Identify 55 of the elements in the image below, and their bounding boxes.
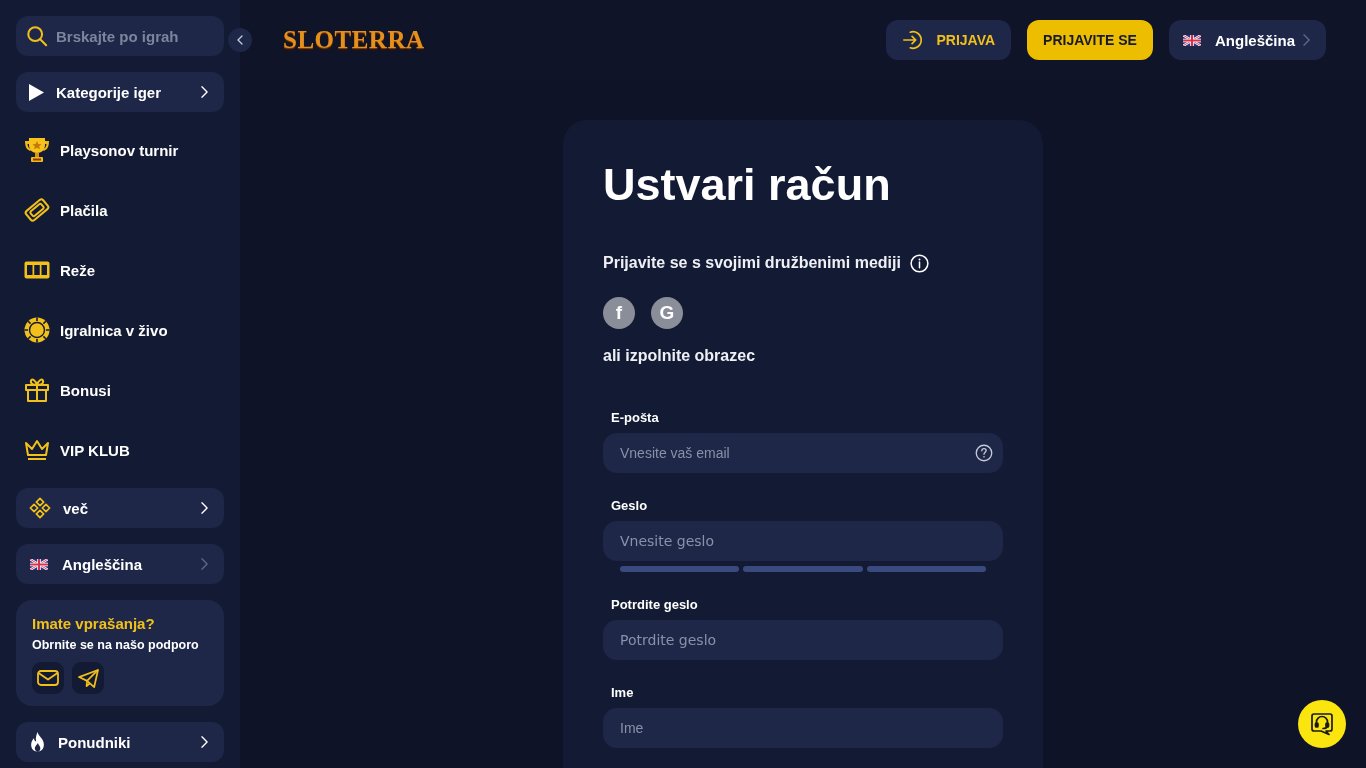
slot-machine-icon (24, 261, 50, 279)
mail-button[interactable] (32, 662, 64, 694)
email-field[interactable]: Vnesite vaš email (603, 433, 1003, 473)
menu-group-button[interactable]: Kategorije iger (16, 72, 224, 112)
chevron-right-icon (201, 558, 208, 570)
menu-group-button[interactable]: Ponudniki (16, 722, 224, 762)
password-field[interactable]: Potrdite geslo (603, 620, 1003, 660)
uk-flag-icon (30, 558, 48, 570)
form-subtitle: ali izpolnite obrazec (603, 346, 756, 366)
telegram-button[interactable] (72, 662, 104, 694)
menu-item[interactable]: Playsonov turnir (16, 120, 224, 180)
support-text: Obrnite se na našo podporo (32, 637, 200, 653)
poker-chip-icon (24, 317, 50, 343)
support-title: Imate vprašanja? (32, 615, 156, 633)
menu-item[interactable]: Bonusi (16, 360, 224, 420)
search-icon (26, 25, 48, 47)
chevron-right-icon (201, 86, 208, 98)
chevron-right-icon (201, 736, 208, 748)
menu-group-button[interactable]: več (16, 488, 224, 528)
chevron-left-icon (237, 35, 243, 45)
register-button[interactable]: PRIJAVITE SE (1027, 20, 1153, 60)
field-label: Ime (610, 685, 635, 701)
menu-item[interactable]: Igralnica v živo (16, 300, 224, 360)
field-label: Potrdite geslo (610, 597, 699, 613)
ticket-icon (24, 197, 50, 223)
menu-item[interactable]: Reže (16, 240, 224, 300)
crown-icon (24, 437, 50, 463)
language-button[interactable]: Angleščina (1168, 20, 1326, 60)
support-chat-button[interactable] (1298, 700, 1346, 748)
social-login-prompt: Prijavite se s svojimi družbenimi mediji (603, 253, 901, 273)
info-icon (909, 253, 929, 273)
chevron-right-icon (201, 502, 208, 514)
diamonds-icon (29, 497, 51, 519)
trophy-icon (24, 137, 50, 163)
page-title: Ustvari račun (603, 158, 891, 212)
flame-icon (29, 732, 46, 752)
menu-item[interactable]: VIP KLUB (16, 420, 224, 480)
name-field[interactable]: Ime (603, 708, 1003, 748)
menu-item[interactable]: Plačila (16, 180, 224, 240)
mail-icon (37, 670, 59, 686)
headset-icon (1310, 712, 1334, 736)
help-icon[interactable] (975, 444, 993, 462)
field-label: Geslo (610, 498, 649, 514)
gift-icon (24, 377, 50, 403)
login-icon (902, 29, 925, 51)
login-button[interactable]: PRIJAVA (886, 20, 1012, 60)
logo[interactable]: SLOTERRA (283, 26, 425, 54)
password-field[interactable]: Vnesite geslo (603, 521, 1003, 561)
language-button[interactable]: Angleščina (16, 544, 224, 584)
paper-plane-icon (77, 668, 99, 688)
chevron-right-icon (1303, 34, 1310, 46)
play-icon (29, 83, 44, 101)
uk-flag-icon (1182, 34, 1201, 46)
field-label: E-pošta (610, 410, 660, 426)
search-field[interactable]: Brskajte po igrah (16, 16, 224, 56)
